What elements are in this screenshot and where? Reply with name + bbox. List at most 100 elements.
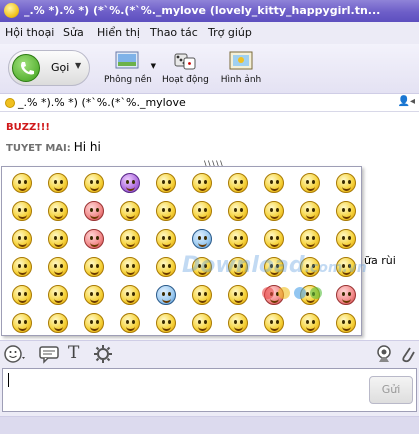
emoticon-item[interactable] bbox=[76, 169, 112, 197]
emoticon-item[interactable] bbox=[220, 169, 256, 197]
activity-icon bbox=[172, 50, 198, 72]
photo-button[interactable]: Hình ảnh bbox=[218, 50, 264, 85]
contact-status-name: _.% *).% *) (*`%.(*`%._mylove bbox=[18, 96, 186, 109]
emoticon-item[interactable] bbox=[76, 253, 112, 281]
emoticon-item[interactable] bbox=[4, 281, 40, 309]
emoticon-item[interactable] bbox=[112, 197, 148, 225]
watermark-dots bbox=[262, 284, 326, 303]
emoticon-item[interactable] bbox=[292, 309, 328, 337]
smiley-icon bbox=[48, 285, 68, 305]
emoticon-item[interactable] bbox=[292, 169, 328, 197]
smiley-icon bbox=[156, 313, 176, 333]
emoticon-item[interactable] bbox=[76, 281, 112, 309]
buzz-message: BUZZ!!! bbox=[6, 122, 50, 133]
menu-help[interactable]: Trợ giúp bbox=[208, 26, 252, 39]
title-bar[interactable]: _.% *).% *) (*`%.(*`%._mylove (lovely_ki… bbox=[0, 0, 419, 22]
emoticon-item[interactable] bbox=[40, 225, 76, 253]
webcam-icon[interactable] bbox=[374, 344, 394, 368]
compose-area: Gửi bbox=[0, 366, 419, 434]
smiley-icon bbox=[228, 285, 248, 305]
emoticon-item[interactable] bbox=[328, 169, 364, 197]
send-button[interactable]: Gửi bbox=[369, 376, 413, 404]
smiley-icon bbox=[120, 173, 140, 193]
emoticon-item[interactable] bbox=[4, 253, 40, 281]
attachment-icon[interactable] bbox=[400, 344, 416, 368]
emoticon-item[interactable] bbox=[292, 197, 328, 225]
emoticon-item[interactable] bbox=[112, 309, 148, 337]
emoticon-item[interactable] bbox=[148, 281, 184, 309]
emoticon-item[interactable] bbox=[148, 169, 184, 197]
watermark-dot bbox=[294, 287, 306, 299]
plugin-icon[interactable] bbox=[93, 344, 113, 368]
online-status-icon bbox=[5, 98, 15, 108]
chevron-down-icon[interactable]: ▼ bbox=[75, 61, 81, 70]
emoticon-item[interactable] bbox=[40, 197, 76, 225]
emoticon-item[interactable] bbox=[184, 281, 220, 309]
emoticon-item[interactable] bbox=[4, 309, 40, 337]
emoticon-item[interactable] bbox=[40, 253, 76, 281]
emoticon-item[interactable] bbox=[184, 309, 220, 337]
emoticon-item[interactable] bbox=[328, 225, 364, 253]
smiley-icon bbox=[120, 201, 140, 221]
emoticon-item[interactable] bbox=[328, 309, 364, 337]
menu-conversation[interactable]: Hội thoại bbox=[5, 26, 54, 39]
emoticon-item[interactable] bbox=[112, 281, 148, 309]
watermark-dot bbox=[262, 287, 274, 299]
menu-actions[interactable]: Thao tác bbox=[150, 26, 198, 39]
chevron-down-icon[interactable]: ▼ bbox=[151, 62, 156, 70]
emoticon-item[interactable] bbox=[112, 225, 148, 253]
smiley-icon bbox=[48, 257, 68, 277]
audible-icon[interactable] bbox=[38, 344, 60, 368]
text-format-icon[interactable]: T bbox=[68, 343, 79, 363]
emoticon-item[interactable] bbox=[220, 281, 256, 309]
emoticon-item[interactable] bbox=[328, 197, 364, 225]
emoticon-item[interactable] bbox=[256, 225, 292, 253]
emoticon-item[interactable] bbox=[328, 281, 364, 309]
smiley-icon bbox=[336, 229, 356, 249]
message-input[interactable] bbox=[2, 368, 417, 412]
emoticon-item[interactable] bbox=[148, 253, 184, 281]
smiley-icon bbox=[336, 313, 356, 333]
emoticon-item[interactable] bbox=[76, 309, 112, 337]
activity-button[interactable]: Hoạt động bbox=[162, 50, 209, 85]
contact-details-icon[interactable]: 👤◂ bbox=[398, 96, 415, 107]
emoticon-item[interactable] bbox=[220, 225, 256, 253]
emoticon-item[interactable] bbox=[76, 197, 112, 225]
emoticon-item[interactable] bbox=[184, 197, 220, 225]
emoticon-button[interactable] bbox=[4, 344, 25, 364]
smiley-icon bbox=[192, 285, 212, 305]
emoticon-item[interactable] bbox=[112, 169, 148, 197]
emoticon-item[interactable] bbox=[292, 225, 328, 253]
emoticon-item[interactable] bbox=[256, 309, 292, 337]
toolbar: Gọi ▼ Phông nền ▼ Hoạt động Hình ảnh bbox=[0, 44, 419, 94]
call-button[interactable]: Gọi ▼ bbox=[8, 50, 90, 86]
smiley-icon bbox=[300, 173, 320, 193]
emoticon-item[interactable] bbox=[256, 197, 292, 225]
emoticon-item[interactable] bbox=[40, 169, 76, 197]
emoticon-item[interactable] bbox=[148, 197, 184, 225]
emoticon-item[interactable] bbox=[4, 197, 40, 225]
emoticon-item[interactable] bbox=[148, 225, 184, 253]
emoticon-item[interactable] bbox=[184, 225, 220, 253]
menu-edit[interactable]: Sửa bbox=[63, 26, 84, 39]
smiley-icon bbox=[300, 201, 320, 221]
watermark-dot bbox=[310, 287, 322, 299]
emoticon-item[interactable] bbox=[40, 281, 76, 309]
emoticon-item[interactable] bbox=[112, 253, 148, 281]
emoticon-item[interactable] bbox=[220, 197, 256, 225]
emoticon-item[interactable] bbox=[184, 169, 220, 197]
watermark-sub: .com.vn bbox=[304, 260, 367, 276]
emoticon-item[interactable] bbox=[256, 169, 292, 197]
chat-message: TUYET MAI: Hi hi bbox=[6, 140, 101, 154]
menu-view[interactable]: Hiển thị bbox=[97, 26, 140, 39]
emoticon-item[interactable] bbox=[76, 225, 112, 253]
background-icon bbox=[114, 50, 140, 72]
emoticon-item[interactable] bbox=[220, 309, 256, 337]
emoticon-item[interactable] bbox=[148, 309, 184, 337]
status-bar bbox=[0, 416, 419, 434]
emoticon-item[interactable] bbox=[4, 169, 40, 197]
background-button[interactable]: Phông nền ▼ bbox=[104, 50, 156, 85]
emoticon-item[interactable] bbox=[4, 225, 40, 253]
activity-label: Hoạt động bbox=[162, 75, 209, 85]
emoticon-item[interactable] bbox=[40, 309, 76, 337]
